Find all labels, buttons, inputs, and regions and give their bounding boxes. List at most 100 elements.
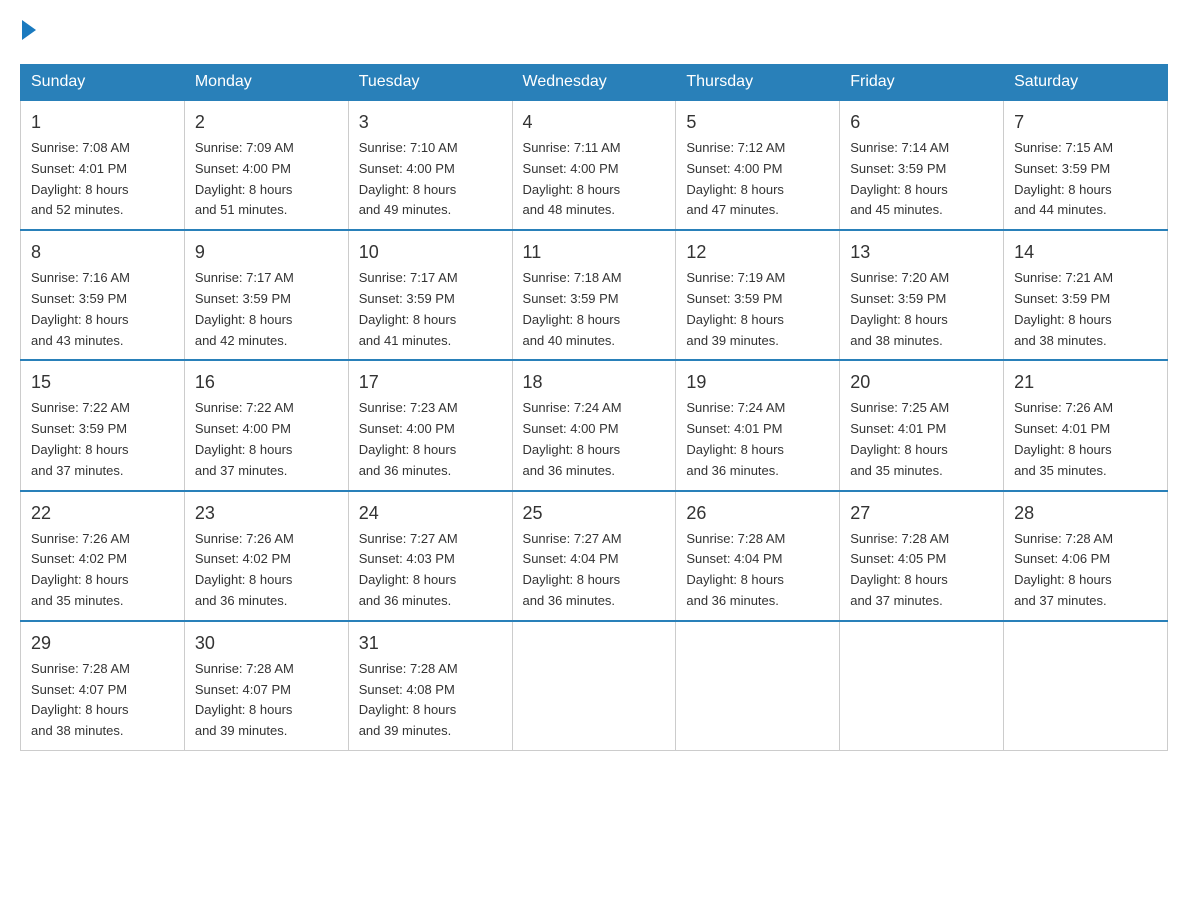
- calendar-cell: 20Sunrise: 7:25 AMSunset: 4:01 PMDayligh…: [840, 360, 1004, 490]
- calendar-week-row: 8Sunrise: 7:16 AMSunset: 3:59 PMDaylight…: [21, 230, 1168, 360]
- calendar-cell: 23Sunrise: 7:26 AMSunset: 4:02 PMDayligh…: [184, 491, 348, 621]
- day-info: Sunrise: 7:22 AMSunset: 3:59 PMDaylight:…: [31, 398, 174, 481]
- day-info: Sunrise: 7:27 AMSunset: 4:04 PMDaylight:…: [523, 529, 666, 612]
- calendar-cell: 1Sunrise: 7:08 AMSunset: 4:01 PMDaylight…: [21, 100, 185, 230]
- day-number: 2: [195, 109, 338, 136]
- day-info: Sunrise: 7:23 AMSunset: 4:00 PMDaylight:…: [359, 398, 502, 481]
- day-info: Sunrise: 7:25 AMSunset: 4:01 PMDaylight:…: [850, 398, 993, 481]
- day-info: Sunrise: 7:17 AMSunset: 3:59 PMDaylight:…: [195, 268, 338, 351]
- day-number: 24: [359, 500, 502, 527]
- day-number: 5: [686, 109, 829, 136]
- weekday-header-wednesday: Wednesday: [512, 65, 676, 101]
- calendar-cell: 7Sunrise: 7:15 AMSunset: 3:59 PMDaylight…: [1004, 100, 1168, 230]
- calendar-cell: [512, 621, 676, 751]
- day-info: Sunrise: 7:17 AMSunset: 3:59 PMDaylight:…: [359, 268, 502, 351]
- logo: [20, 20, 36, 44]
- calendar-cell: [840, 621, 1004, 751]
- weekday-header-monday: Monday: [184, 65, 348, 101]
- day-number: 30: [195, 630, 338, 657]
- day-number: 12: [686, 239, 829, 266]
- calendar-cell: 31Sunrise: 7:28 AMSunset: 4:08 PMDayligh…: [348, 621, 512, 751]
- calendar-cell: 22Sunrise: 7:26 AMSunset: 4:02 PMDayligh…: [21, 491, 185, 621]
- day-info: Sunrise: 7:24 AMSunset: 4:01 PMDaylight:…: [686, 398, 829, 481]
- day-number: 29: [31, 630, 174, 657]
- calendar-cell: 17Sunrise: 7:23 AMSunset: 4:00 PMDayligh…: [348, 360, 512, 490]
- day-info: Sunrise: 7:28 AMSunset: 4:06 PMDaylight:…: [1014, 529, 1157, 612]
- day-number: 18: [523, 369, 666, 396]
- calendar-week-row: 29Sunrise: 7:28 AMSunset: 4:07 PMDayligh…: [21, 621, 1168, 751]
- day-number: 13: [850, 239, 993, 266]
- calendar-cell: 18Sunrise: 7:24 AMSunset: 4:00 PMDayligh…: [512, 360, 676, 490]
- calendar-cell: 6Sunrise: 7:14 AMSunset: 3:59 PMDaylight…: [840, 100, 1004, 230]
- day-info: Sunrise: 7:22 AMSunset: 4:00 PMDaylight:…: [195, 398, 338, 481]
- calendar-week-row: 1Sunrise: 7:08 AMSunset: 4:01 PMDaylight…: [21, 100, 1168, 230]
- day-info: Sunrise: 7:18 AMSunset: 3:59 PMDaylight:…: [523, 268, 666, 351]
- day-info: Sunrise: 7:28 AMSunset: 4:05 PMDaylight:…: [850, 529, 993, 612]
- calendar-cell: [676, 621, 840, 751]
- day-info: Sunrise: 7:28 AMSunset: 4:04 PMDaylight:…: [686, 529, 829, 612]
- day-number: 3: [359, 109, 502, 136]
- day-info: Sunrise: 7:11 AMSunset: 4:00 PMDaylight:…: [523, 138, 666, 221]
- calendar-cell: 19Sunrise: 7:24 AMSunset: 4:01 PMDayligh…: [676, 360, 840, 490]
- day-info: Sunrise: 7:28 AMSunset: 4:07 PMDaylight:…: [31, 659, 174, 742]
- calendar-week-row: 22Sunrise: 7:26 AMSunset: 4:02 PMDayligh…: [21, 491, 1168, 621]
- weekday-header-friday: Friday: [840, 65, 1004, 101]
- day-number: 6: [850, 109, 993, 136]
- calendar-cell: 29Sunrise: 7:28 AMSunset: 4:07 PMDayligh…: [21, 621, 185, 751]
- day-info: Sunrise: 7:16 AMSunset: 3:59 PMDaylight:…: [31, 268, 174, 351]
- day-info: Sunrise: 7:26 AMSunset: 4:02 PMDaylight:…: [195, 529, 338, 612]
- day-number: 25: [523, 500, 666, 527]
- calendar-cell: 4Sunrise: 7:11 AMSunset: 4:00 PMDaylight…: [512, 100, 676, 230]
- calendar-cell: 16Sunrise: 7:22 AMSunset: 4:00 PMDayligh…: [184, 360, 348, 490]
- day-number: 27: [850, 500, 993, 527]
- day-info: Sunrise: 7:26 AMSunset: 4:02 PMDaylight:…: [31, 529, 174, 612]
- weekday-header-sunday: Sunday: [21, 65, 185, 101]
- logo-triangle-icon: [22, 20, 36, 40]
- day-info: Sunrise: 7:27 AMSunset: 4:03 PMDaylight:…: [359, 529, 502, 612]
- day-number: 11: [523, 239, 666, 266]
- day-info: Sunrise: 7:08 AMSunset: 4:01 PMDaylight:…: [31, 138, 174, 221]
- day-number: 28: [1014, 500, 1157, 527]
- calendar-cell: 5Sunrise: 7:12 AMSunset: 4:00 PMDaylight…: [676, 100, 840, 230]
- calendar-cell: 25Sunrise: 7:27 AMSunset: 4:04 PMDayligh…: [512, 491, 676, 621]
- day-info: Sunrise: 7:21 AMSunset: 3:59 PMDaylight:…: [1014, 268, 1157, 351]
- weekday-header-saturday: Saturday: [1004, 65, 1168, 101]
- day-number: 17: [359, 369, 502, 396]
- day-info: Sunrise: 7:12 AMSunset: 4:00 PMDaylight:…: [686, 138, 829, 221]
- calendar-cell: 10Sunrise: 7:17 AMSunset: 3:59 PMDayligh…: [348, 230, 512, 360]
- calendar-cell: 2Sunrise: 7:09 AMSunset: 4:00 PMDaylight…: [184, 100, 348, 230]
- day-number: 16: [195, 369, 338, 396]
- day-number: 14: [1014, 239, 1157, 266]
- day-number: 1: [31, 109, 174, 136]
- calendar-cell: 24Sunrise: 7:27 AMSunset: 4:03 PMDayligh…: [348, 491, 512, 621]
- day-info: Sunrise: 7:28 AMSunset: 4:07 PMDaylight:…: [195, 659, 338, 742]
- calendar-cell: 15Sunrise: 7:22 AMSunset: 3:59 PMDayligh…: [21, 360, 185, 490]
- weekday-header-row: SundayMondayTuesdayWednesdayThursdayFrid…: [21, 65, 1168, 101]
- calendar-cell: 14Sunrise: 7:21 AMSunset: 3:59 PMDayligh…: [1004, 230, 1168, 360]
- day-number: 4: [523, 109, 666, 136]
- day-info: Sunrise: 7:10 AMSunset: 4:00 PMDaylight:…: [359, 138, 502, 221]
- calendar-week-row: 15Sunrise: 7:22 AMSunset: 3:59 PMDayligh…: [21, 360, 1168, 490]
- calendar-cell: 11Sunrise: 7:18 AMSunset: 3:59 PMDayligh…: [512, 230, 676, 360]
- day-info: Sunrise: 7:14 AMSunset: 3:59 PMDaylight:…: [850, 138, 993, 221]
- day-number: 15: [31, 369, 174, 396]
- day-info: Sunrise: 7:24 AMSunset: 4:00 PMDaylight:…: [523, 398, 666, 481]
- calendar-cell: 8Sunrise: 7:16 AMSunset: 3:59 PMDaylight…: [21, 230, 185, 360]
- calendar-cell: 3Sunrise: 7:10 AMSunset: 4:00 PMDaylight…: [348, 100, 512, 230]
- calendar-cell: 28Sunrise: 7:28 AMSunset: 4:06 PMDayligh…: [1004, 491, 1168, 621]
- calendar-cell: [1004, 621, 1168, 751]
- day-number: 21: [1014, 369, 1157, 396]
- day-info: Sunrise: 7:26 AMSunset: 4:01 PMDaylight:…: [1014, 398, 1157, 481]
- calendar-cell: 21Sunrise: 7:26 AMSunset: 4:01 PMDayligh…: [1004, 360, 1168, 490]
- day-info: Sunrise: 7:09 AMSunset: 4:00 PMDaylight:…: [195, 138, 338, 221]
- calendar-cell: 27Sunrise: 7:28 AMSunset: 4:05 PMDayligh…: [840, 491, 1004, 621]
- day-number: 26: [686, 500, 829, 527]
- day-info: Sunrise: 7:15 AMSunset: 3:59 PMDaylight:…: [1014, 138, 1157, 221]
- calendar-cell: 26Sunrise: 7:28 AMSunset: 4:04 PMDayligh…: [676, 491, 840, 621]
- day-number: 10: [359, 239, 502, 266]
- weekday-header-tuesday: Tuesday: [348, 65, 512, 101]
- calendar-cell: 12Sunrise: 7:19 AMSunset: 3:59 PMDayligh…: [676, 230, 840, 360]
- day-info: Sunrise: 7:19 AMSunset: 3:59 PMDaylight:…: [686, 268, 829, 351]
- day-number: 7: [1014, 109, 1157, 136]
- calendar-cell: 30Sunrise: 7:28 AMSunset: 4:07 PMDayligh…: [184, 621, 348, 751]
